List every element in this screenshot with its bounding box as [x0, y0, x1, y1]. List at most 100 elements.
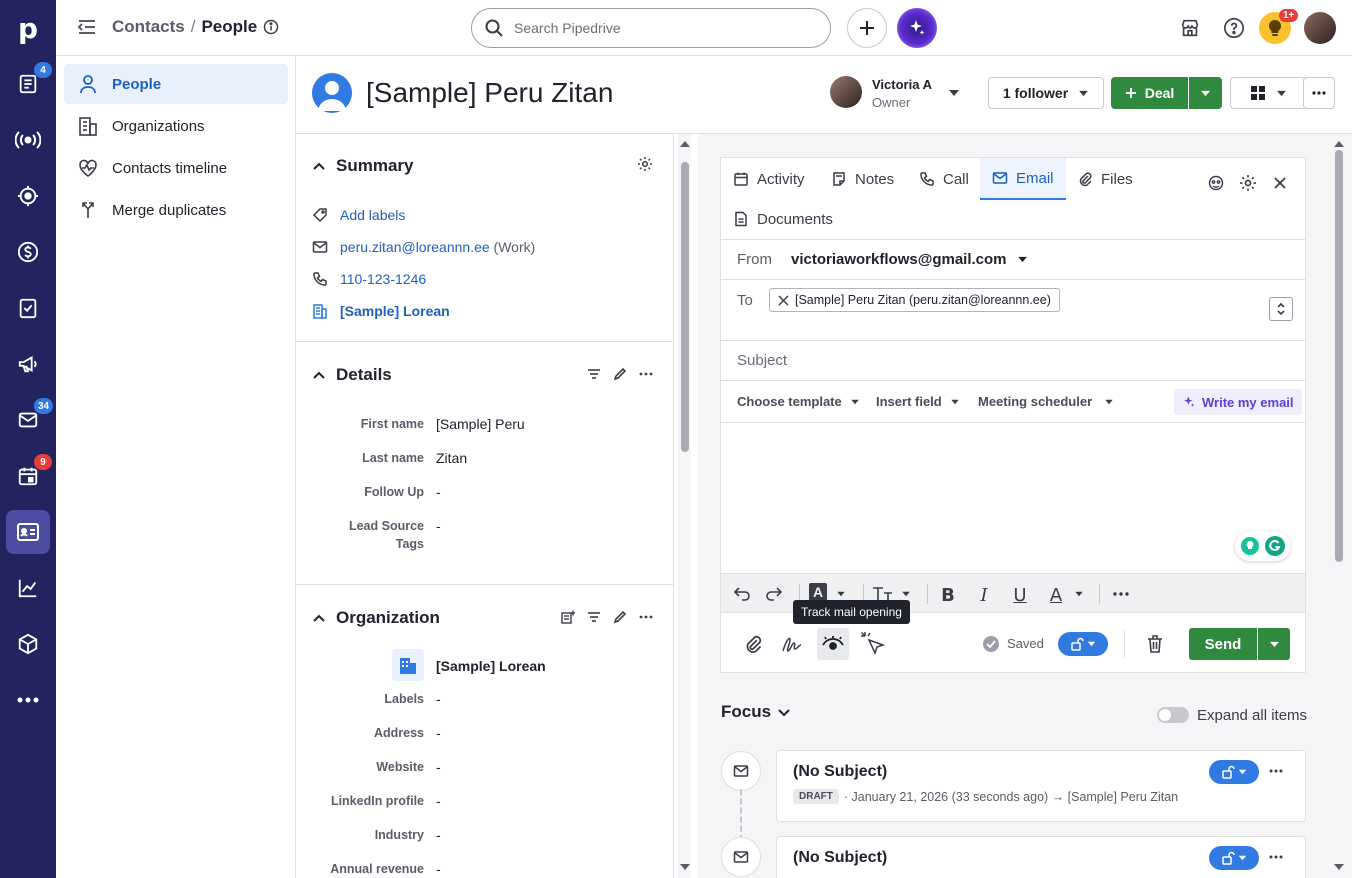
email-draft-card[interactable]: (No Subject) DRAFT · January 21, 2026 (3… [776, 750, 1306, 822]
more-horizontal-icon[interactable] [1269, 855, 1283, 859]
add-labels-link[interactable]: Add labels [340, 207, 405, 223]
filter-icon[interactable] [587, 610, 601, 624]
field-value[interactable]: - [436, 691, 441, 707]
card-visibility-button[interactable] [1209, 846, 1259, 870]
mail-nav-button[interactable]: 34 [0, 396, 56, 444]
global-search-input[interactable]: Search Pipedrive [471, 8, 831, 48]
redo-icon[interactable] [765, 586, 785, 602]
write-my-email-button[interactable]: Write my email [1174, 389, 1302, 415]
field-value-last-name[interactable]: Zitan [436, 450, 467, 466]
goals-nav-button[interactable] [0, 172, 56, 220]
more-nav-button[interactable] [0, 676, 56, 724]
text-color-icon[interactable]: A [1045, 584, 1067, 606]
field-value-lead-source[interactable]: - [436, 518, 441, 534]
organization-section-toggle[interactable]: Organization [312, 608, 440, 628]
field-value[interactable]: - [436, 725, 441, 741]
grammarly-widget[interactable] [1235, 531, 1291, 561]
card-title[interactable]: (No Subject) [793, 763, 887, 781]
add-deal-button[interactable]: Deal [1111, 77, 1188, 109]
add-organization-icon[interactable] [561, 610, 575, 624]
card-title[interactable]: (No Subject) [793, 849, 887, 867]
quick-add-button[interactable] [847, 8, 887, 48]
summary-section-toggle[interactable]: Summary [312, 156, 413, 176]
bold-icon[interactable]: B [937, 584, 959, 606]
underline-icon[interactable]: U [1009, 584, 1031, 606]
tab-notes[interactable]: Notes [831, 158, 894, 200]
scroll-thumb[interactable] [1335, 150, 1343, 562]
choose-template-dropdown[interactable]: Choose template [737, 394, 860, 409]
owner-avatar[interactable] [830, 76, 862, 108]
focus-filter-button[interactable]: Focus [721, 702, 791, 722]
field-value-first-name[interactable]: [Sample] Peru [436, 416, 525, 432]
help-button[interactable] [1222, 16, 1246, 40]
trash-icon[interactable] [1146, 634, 1164, 654]
organization-link[interactable]: [Sample] Lorean [340, 303, 450, 319]
field-value-follow-up[interactable]: - [436, 484, 441, 500]
details-section-toggle[interactable]: Details [312, 365, 392, 385]
owner-name[interactable]: Victoria A [872, 77, 932, 92]
marketing-nav-button[interactable] [0, 340, 56, 388]
campaigns-nav-button[interactable] [0, 116, 56, 164]
text-style-icon[interactable]: A [809, 583, 827, 601]
privacy-icon[interactable] [1207, 174, 1225, 192]
caret-down-icon[interactable] [901, 591, 911, 597]
scroll-down-icon[interactable] [679, 863, 691, 871]
pencil-icon[interactable] [613, 367, 627, 381]
owner-dropdown-button[interactable] [948, 89, 960, 97]
more-horizontal-icon[interactable] [1269, 769, 1283, 773]
send-button[interactable]: Send [1189, 628, 1257, 660]
insights-nav-button[interactable] [0, 564, 56, 612]
insert-field-dropdown[interactable]: Insert field [876, 394, 960, 409]
field-value[interactable]: - [436, 759, 441, 775]
ai-assistant-button[interactable] [897, 8, 937, 48]
activities-nav-button[interactable]: 9 [0, 452, 56, 500]
more-horizontal-icon[interactable] [639, 367, 653, 381]
details-scrollbar[interactable] [678, 134, 691, 878]
info-icon[interactable] [263, 19, 279, 35]
signature-icon[interactable] [781, 633, 805, 655]
more-horizontal-icon[interactable] [639, 610, 653, 624]
organization-name-link[interactable]: [Sample] Lorean [436, 658, 546, 674]
send-options-button[interactable] [1258, 628, 1290, 660]
subnav-item-people[interactable]: People [64, 64, 288, 104]
leads-nav-button[interactable]: 4 [0, 60, 56, 108]
tab-call[interactable]: Call [919, 158, 969, 200]
scroll-up-icon[interactable] [1333, 140, 1345, 148]
undo-icon[interactable] [731, 586, 751, 602]
field-value[interactable]: - [436, 861, 441, 877]
expand-recipients-button[interactable] [1269, 297, 1293, 321]
activity-scrollbar[interactable] [1332, 134, 1346, 878]
caret-down-icon[interactable] [1074, 591, 1084, 597]
person-name[interactable]: [Sample] Peru Zitan [366, 77, 613, 109]
scroll-up-icon[interactable] [679, 140, 691, 148]
scroll-thumb[interactable] [681, 162, 689, 452]
layout-view-button[interactable] [1230, 77, 1306, 109]
marketplace-button[interactable] [1178, 16, 1202, 40]
summary-settings-button[interactable] [637, 156, 653, 172]
scroll-down-icon[interactable] [1333, 863, 1345, 871]
close-icon[interactable] [1273, 176, 1287, 190]
pencil-icon[interactable] [613, 610, 627, 624]
user-avatar[interactable] [1304, 12, 1336, 44]
subject-input[interactable]: Subject [737, 352, 787, 369]
field-value[interactable]: - [436, 793, 441, 809]
paperclip-icon[interactable] [743, 634, 763, 654]
subnav-item-contacts-timeline[interactable]: Contacts timeline [64, 148, 288, 188]
meeting-scheduler-dropdown[interactable]: Meeting scheduler [978, 394, 1114, 409]
tab-email[interactable]: Email [980, 158, 1066, 200]
tab-files[interactable]: Files [1077, 158, 1133, 200]
more-actions-button[interactable] [1303, 77, 1335, 109]
deal-dropdown-button[interactable] [1189, 77, 1222, 109]
email-card[interactable]: (No Subject) [776, 836, 1306, 878]
subnav-item-merge-duplicates[interactable]: Merge duplicates [64, 190, 288, 230]
breadcrumb-contacts-link[interactable]: Contacts [112, 17, 185, 37]
more-horizontal-icon[interactable] [1113, 592, 1129, 596]
contacts-nav-button[interactable] [0, 508, 56, 556]
tab-documents[interactable]: Documents [733, 198, 833, 240]
subnav-item-organizations[interactable]: Organizations [64, 106, 288, 146]
deals-nav-button[interactable] [0, 228, 56, 276]
card-visibility-button[interactable] [1209, 760, 1259, 784]
phone-link[interactable]: 110-123-1246 [340, 271, 426, 287]
email-body-editor[interactable] [721, 423, 1305, 573]
track-mail-opening-button[interactable] [817, 628, 849, 660]
